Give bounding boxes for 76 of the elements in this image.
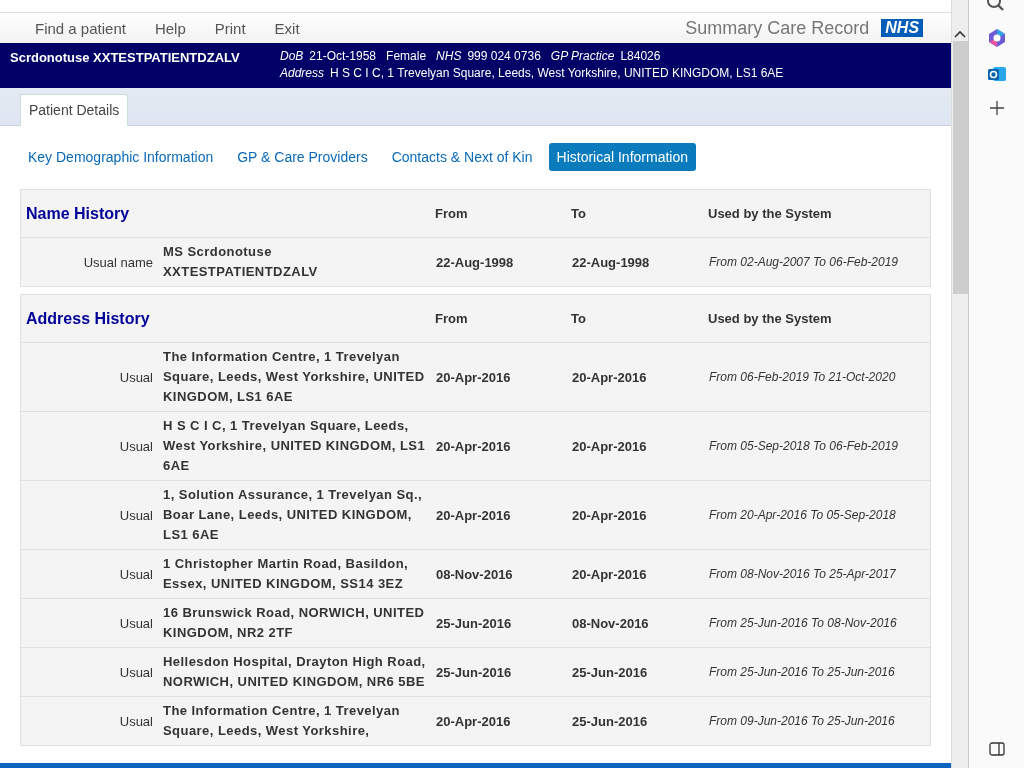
table-cell: From 05-Sep-2018 To 06-Feb-2019 [709,439,898,453]
table-cell: Usual [119,566,153,582]
menu-link[interactable]: Print [214,19,246,37]
table-cell: 20-Apr-2016 [436,369,511,385]
section-tab[interactable]: Historical Information [548,143,696,171]
table-cell: Usual [119,438,153,454]
field-label: GP Practice [550,48,615,65]
scroll-thumb[interactable] [952,41,968,294]
column-header: To [571,311,587,326]
table-cell: MS Scrdonotuse XXTESTPATIENTDZALV [163,244,318,279]
field-label: Address [280,65,325,82]
table-cell: 25-Jun-2016 [436,615,512,631]
section-title: Address History [25,309,151,328]
table-cell: From 02-Aug-2007 To 06-Feb-2019 [709,255,898,269]
table-cell: The Information Centre, 1 Trevelyan Square, Leeds, West Yorkshire, [163,703,400,738]
field-label: NHS [436,48,462,65]
section-tab[interactable]: Key Demographic Information [20,143,222,171]
table-cell: 25-Jun-2016 [572,713,648,729]
swirl-icon[interactable] [986,28,1007,48]
table-cell: 20-Apr-2016 [436,438,511,454]
table-cell: From 25-Jun-2016 To 25-Jun-2016 [709,665,895,679]
app-title: Summary Care Record [685,17,870,39]
column-header: From [435,311,469,326]
scroll-up-icon[interactable] [954,30,967,38]
nhs-logo: NHS [881,19,924,37]
table-cell: From 09-Jun-2016 To 25-Jun-2016 [709,714,895,728]
table-cell: 20-Apr-2016 [572,507,647,523]
table-cell: From 08-Nov-2016 To 25-Apr-2017 [709,567,896,581]
table-cell: 20-Apr-2016 [572,438,647,454]
section-tab[interactable]: GP & Care Providers [229,143,376,171]
menu-link[interactable]: Help [154,19,186,37]
add-icon[interactable] [988,100,1005,116]
column-header: Used by the System [708,311,833,326]
table-cell: From 06-Feb-2019 To 21-Oct-2020 [709,370,896,384]
table-cell: 20-Apr-2016 [572,566,647,582]
table-cell: Usual [119,615,153,631]
field-value: 21-Oct-1958 [309,48,377,65]
table-cell: H S C I C, 1 Trevelyan Square, Leeds, West Yorkshire, UNITED KINGDOM, LS1 6AE [163,418,426,473]
table-cell: Hellesdon Hospital, Drayton High Road, NORWICH, UNITED KINGDOM, NR6 5BE [163,654,426,689]
table-cell: 16 Brunswick Road, NORWICH, UNITED KINGDOM, NR2 2TF [163,605,425,640]
patient-name: Scrdonotuse XXTESTPATIENTDZALV [10,49,241,67]
field-value: 999 024 0736 [467,48,541,65]
table-cell: Usual [119,713,153,729]
column-header: Used by the System [708,206,833,221]
table-cell: 22-Aug-1998 [572,254,650,270]
field-label: DoB [280,48,304,65]
table-cell: 1, Solution Assurance, 1 Trevelyan Sq., Boar Lane, Leeds, UNITED KINGDOM, LS1 6AE [163,487,423,542]
table-cell: 22-Aug-1998 [436,254,514,270]
table-cell: 25-Jun-2016 [572,664,648,680]
scrollbar[interactable] [951,0,969,768]
menu-link[interactable]: Exit [274,19,300,37]
table-cell: From 25-Jun-2016 To 08-Nov-2016 [709,616,897,630]
mail-app-icon[interactable] [986,64,1007,84]
column-header: To [571,206,587,221]
section-title: Name History [25,204,131,223]
table-cell: 1 Christopher Martin Road, Basildon, Essex, UNITED KINGDOM, SS14 3EZ [163,556,409,591]
table-cell: Usual [119,369,153,385]
table-cell: 08-Nov-2016 [436,566,513,582]
table-cell: 20-Apr-2016 [572,369,647,385]
menu-link[interactable]: Find a patient [35,19,126,37]
table-cell: 08-Nov-2016 [572,615,649,631]
table-cell: Usual [119,664,153,680]
field-value: L84026 [620,48,661,65]
sidebar-toggle-icon[interactable] [988,742,1005,756]
table-cell: 25-Jun-2016 [436,664,512,680]
field-value: Female [386,48,427,65]
table-cell: 20-Apr-2016 [436,713,511,729]
field-value: H S C I C, 1 Trevelyan Square, Leeds, West Yorkshire, UNITED KINGDOM, LS1 6AE [330,65,784,82]
table-cell: 20-Apr-2016 [436,507,511,523]
table-cell: Usual name [83,254,153,270]
section-tab[interactable]: Contacts & Next of Kin [383,143,541,171]
table-cell: Usual [119,507,153,523]
tab[interactable]: Patient Details [20,94,129,126]
column-header: From [435,206,469,221]
table-cell: From 20-Apr-2016 To 05-Sep-2018 [709,508,896,522]
table-cell: The Information Centre, 1 Trevelyan Square, Leeds, West Yorkshire, UNITED KINGDOM, LS1 6AE [163,349,425,404]
